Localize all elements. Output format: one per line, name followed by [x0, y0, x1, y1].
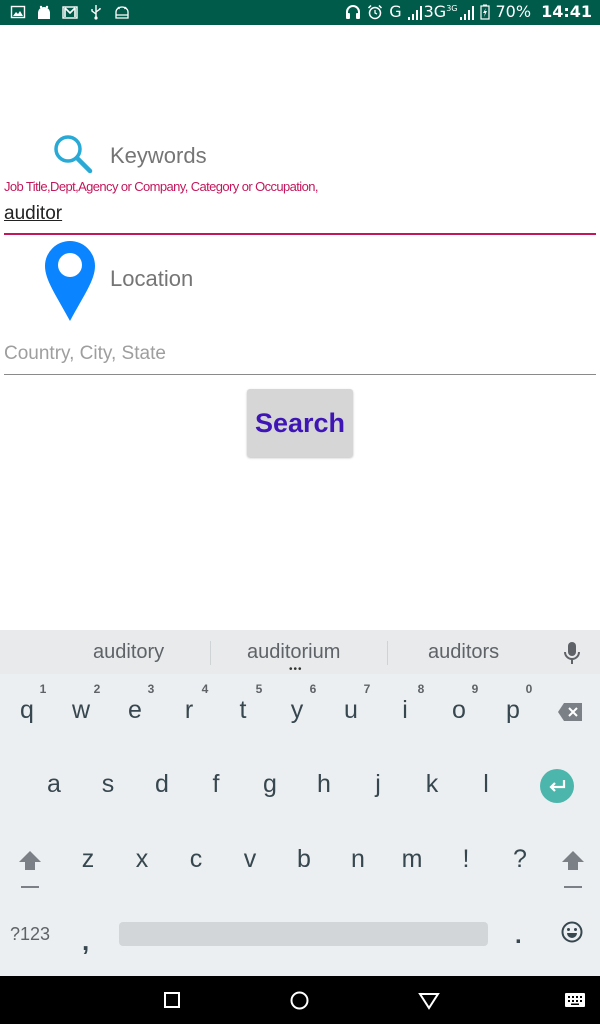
key-hint: 4: [201, 682, 209, 696]
location-input[interactable]: Country, City, State: [4, 343, 596, 375]
recents-button[interactable]: [164, 992, 180, 1008]
clock: 14:41: [541, 2, 592, 21]
suggestion-divider: [387, 641, 388, 665]
key-s[interactable]: s: [88, 770, 128, 799]
period-key[interactable]: .: [515, 922, 522, 950]
location-placeholder: Country, City, State: [4, 343, 166, 364]
key-t[interactable]: t: [223, 696, 263, 725]
spacebar[interactable]: [119, 922, 488, 946]
key-z[interactable]: z: [68, 845, 108, 874]
key-hint: 9: [471, 682, 479, 696]
keywords-hint: Job Title,Dept,Agency or Company, Catego…: [4, 179, 318, 194]
network-g-label: G: [389, 2, 402, 21]
app-notification-icon: [36, 4, 52, 20]
soft-keyboard: auditory auditorium ••• auditors ?123 , …: [0, 630, 600, 976]
key-y[interactable]: y: [277, 696, 317, 725]
location-label: Location: [110, 266, 194, 291]
key-v[interactable]: v: [230, 845, 270, 874]
back-button[interactable]: [418, 992, 440, 1010]
battery-icon: [479, 4, 490, 20]
gallery-icon: [10, 4, 26, 20]
usb-icon: [88, 4, 104, 20]
key-hint: 2: [93, 682, 101, 696]
key-hint: 6: [309, 682, 317, 696]
key-j[interactable]: j: [358, 770, 398, 799]
key-hint: 0: [525, 682, 533, 696]
key-o[interactable]: o: [439, 696, 479, 725]
key-i[interactable]: i: [385, 696, 425, 725]
key-w[interactable]: w: [61, 696, 101, 725]
key-x[interactable]: x: [122, 845, 162, 874]
gmail-icon: [62, 4, 78, 20]
keywords-input[interactable]: auditor: [4, 203, 596, 235]
suggestion-item[interactable]: auditorium: [247, 641, 340, 664]
shift-key-left[interactable]: [17, 850, 43, 890]
home-button[interactable]: [290, 991, 309, 1010]
keyboard-switch-icon[interactable]: [565, 993, 585, 1007]
suggestion-item[interactable]: auditory: [93, 641, 164, 664]
key-c[interactable]: c: [176, 845, 216, 874]
suggestion-strip: auditory auditorium ••• auditors: [0, 630, 600, 675]
network-3g-label: 3G: [423, 2, 447, 21]
search-button[interactable]: Search: [247, 389, 353, 457]
key-a[interactable]: a: [34, 770, 74, 799]
android-debug-icon: [114, 4, 130, 20]
status-bar: G 3G 3G 70% 14:41: [0, 0, 600, 25]
key-d[interactable]: d: [142, 770, 182, 799]
key-h[interactable]: h: [304, 770, 344, 799]
microphone-icon[interactable]: [564, 641, 580, 665]
key-b[interactable]: b: [284, 845, 324, 874]
network-3g-sup: 3G: [446, 4, 458, 13]
symbols-key[interactable]: ?123: [10, 924, 50, 945]
key-u[interactable]: u: [331, 696, 371, 725]
search-icon: [54, 135, 93, 174]
key-hint: 3: [147, 682, 155, 696]
comma-key[interactable]: ,: [82, 926, 89, 957]
key-hint: 8: [417, 682, 425, 696]
keywords-value: auditor: [4, 203, 63, 224]
key-f[interactable]: f: [196, 770, 236, 799]
shift-key-right[interactable]: [560, 850, 586, 890]
enter-icon: [549, 780, 566, 792]
key-l[interactable]: l: [466, 770, 506, 799]
key-k[interactable]: k: [412, 770, 452, 799]
key-hint: 1: [39, 682, 47, 696]
emoji-icon[interactable]: [561, 921, 583, 943]
key-exclamation[interactable]: !: [446, 845, 486, 874]
key-r[interactable]: r: [169, 696, 209, 725]
key-g[interactable]: g: [250, 770, 290, 799]
key-e[interactable]: e: [115, 696, 155, 725]
backspace-key[interactable]: [557, 702, 583, 722]
battery-percent: 70%: [495, 2, 532, 21]
signal-icon: [407, 5, 422, 20]
enter-key[interactable]: [540, 769, 574, 803]
key-hint: 7: [363, 682, 371, 696]
headset-icon: [346, 4, 361, 19]
more-suggestions-icon[interactable]: •••: [289, 664, 303, 675]
suggestion-item[interactable]: auditors: [428, 641, 499, 664]
alarm-icon: [368, 4, 383, 19]
suggestion-divider: [210, 641, 211, 665]
key-m[interactable]: m: [392, 845, 432, 874]
navigation-bar: [0, 976, 600, 1024]
key-hint: 5: [255, 682, 263, 696]
keywords-label: Keywords: [110, 143, 207, 168]
location-pin-icon: [45, 241, 95, 321]
key-q[interactable]: q: [7, 696, 47, 725]
job-search-form: Keywords Job Title,Dept,Agency or Compan…: [0, 25, 600, 630]
key-p[interactable]: p: [493, 696, 533, 725]
key-question[interactable]: ?: [500, 845, 540, 874]
signal-3g-icon: [459, 5, 474, 20]
key-n[interactable]: n: [338, 845, 378, 874]
